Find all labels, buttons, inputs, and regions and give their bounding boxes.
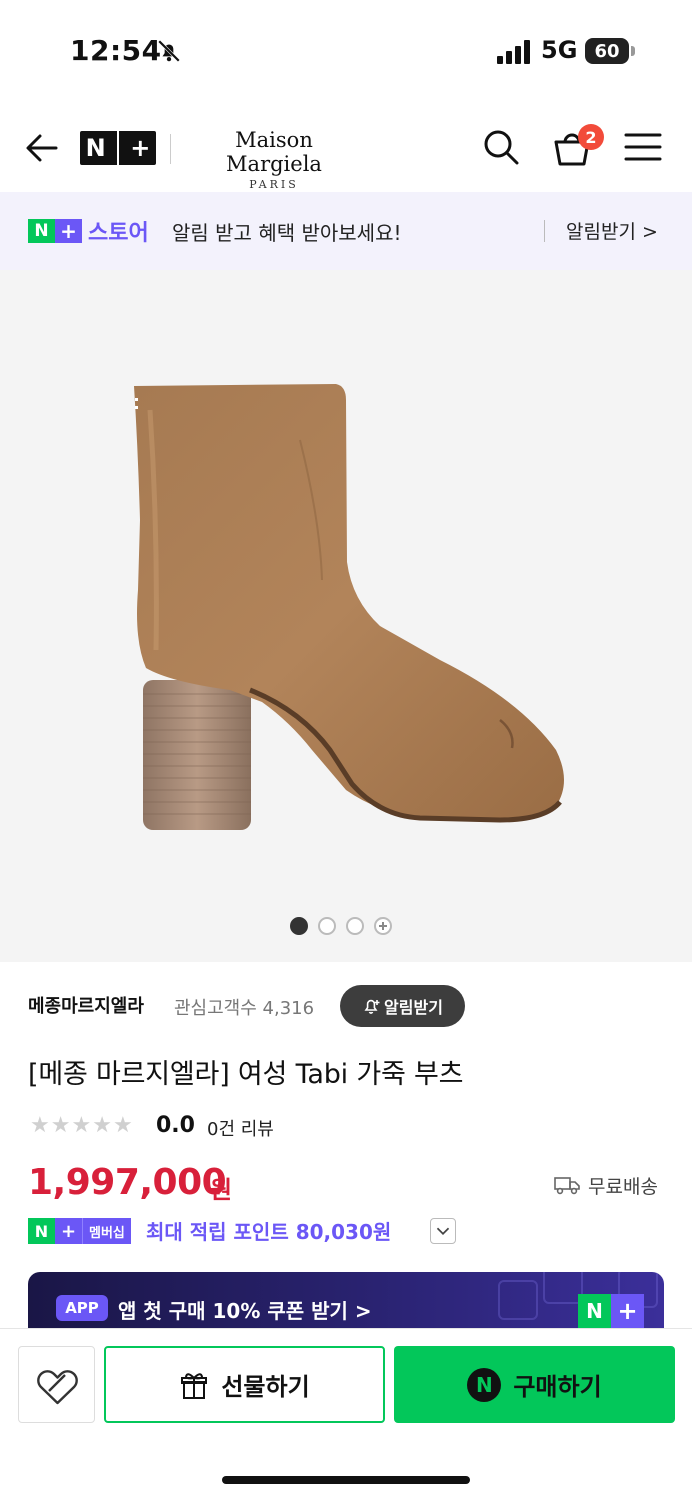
coupon-text: 앱 첫 구매 10% 쿠폰 받기 > xyxy=(118,1299,372,1323)
gallery-dot-2[interactable] xyxy=(318,917,336,935)
signal-icon xyxy=(497,40,530,64)
store-notification-banner: N + 스토어 알림 받고 혜택 받아보세요! 알림받기 > xyxy=(0,192,692,270)
app-header: N + Maison Margiela PARIS 2 xyxy=(0,100,692,192)
nplus-store-logo[interactable]: N + xyxy=(80,131,156,165)
nplus-badge: N + xyxy=(28,219,82,243)
notice-subscribe-link[interactable]: 알림받기 > xyxy=(566,217,658,244)
brand-sub: PARIS xyxy=(249,178,299,191)
seller-alert-button[interactable]: 알림받기 xyxy=(340,985,465,1027)
shipping-info: 무료배송 xyxy=(588,1176,658,1198)
membership-badge-plus: + xyxy=(55,1218,82,1244)
brand-logo[interactable]: Maison Margiela PARIS xyxy=(184,128,364,191)
delivery-truck-icon xyxy=(554,1177,580,1195)
fans-count: 관심고객수 4,316 xyxy=(174,998,315,1019)
heart-icon xyxy=(37,1370,78,1405)
coupon-badge-plus: + xyxy=(611,1294,644,1328)
membership-badge-label: 멤버십 xyxy=(82,1218,131,1244)
membership-badge-n: N xyxy=(28,1218,55,1244)
purchase-action-bar: 선물하기 N 구매하기 xyxy=(0,1328,692,1500)
star-icon: ★ xyxy=(50,1113,71,1138)
naver-pay-icon: N xyxy=(467,1367,502,1402)
chevron-down-icon[interactable] xyxy=(430,1218,456,1244)
battery-level: 60 xyxy=(594,40,620,62)
membership-badge: N + 멤버십 xyxy=(28,1218,131,1244)
status-time: 12:54 xyxy=(70,34,162,67)
product-price: 1,997,000 xyxy=(28,1162,227,1203)
home-indicator xyxy=(222,1476,470,1484)
product-photo-tabi-boot xyxy=(134,384,564,830)
brand-name: Maison Margiela xyxy=(226,128,322,176)
back-arrow-icon[interactable] xyxy=(24,130,60,166)
product-image-gallery[interactable] xyxy=(0,270,692,962)
star-icon: ★ xyxy=(71,1113,92,1138)
banner-decoration xyxy=(498,1280,538,1320)
status-bar: 12:54 5G 60 xyxy=(0,0,692,100)
rating-stars: ★ ★ ★ ★ ★ xyxy=(30,1114,133,1138)
star-icon: ★ xyxy=(92,1113,112,1138)
gallery-pagination xyxy=(290,916,392,936)
search-icon[interactable] xyxy=(482,128,520,166)
battery-tip xyxy=(631,46,635,56)
logo-separator xyxy=(116,131,119,165)
cart-count-badge: 2 xyxy=(578,124,604,150)
battery-icon: 60 xyxy=(585,38,629,64)
star-icon: ★ xyxy=(112,1113,133,1138)
notice-message: 알림 받고 혜택 받아보세요! xyxy=(172,221,402,245)
wishlist-button[interactable] xyxy=(18,1346,95,1423)
coupon-badge-n: N xyxy=(578,1294,611,1328)
app-tag: APP xyxy=(56,1295,108,1321)
price-currency: 원 xyxy=(210,1176,233,1204)
max-points: 최대 적립 포인트 80,030원 xyxy=(146,1220,392,1244)
store-label: 스토어 xyxy=(88,221,149,246)
notice-divider xyxy=(544,220,545,242)
hamburger-menu-icon[interactable] xyxy=(624,132,662,162)
coupon-nplus-badge: N + xyxy=(578,1294,644,1328)
header-divider xyxy=(170,134,171,164)
seller-alert-label: 알림받기 xyxy=(384,998,443,1017)
badge-n: N xyxy=(28,219,55,243)
banner-decoration xyxy=(543,1272,583,1304)
logo-plus: + xyxy=(130,134,151,162)
network-type: 5G xyxy=(541,36,578,64)
gift-button[interactable]: 선물하기 xyxy=(104,1346,385,1423)
logo-n: N xyxy=(85,134,106,162)
rating-value: 0.0 xyxy=(156,1113,195,1138)
buy-button[interactable]: N 구매하기 xyxy=(394,1346,675,1423)
product-title: [메종 마르지엘라] 여성 Tabi 가죽 부츠 xyxy=(28,1059,464,1090)
bell-plus-icon xyxy=(364,999,380,1014)
gallery-dot-1[interactable] xyxy=(290,917,308,935)
buy-label: 구매하기 xyxy=(513,1373,602,1401)
star-icon: ★ xyxy=(30,1113,50,1138)
review-count-link[interactable]: 0건 리뷰 xyxy=(207,1115,274,1141)
gift-icon xyxy=(181,1372,208,1399)
app-coupon-banner[interactable]: APP 앱 첫 구매 10% 쿠폰 받기 > N + xyxy=(28,1272,664,1332)
bell-off-icon xyxy=(158,40,180,62)
seller-name-link[interactable]: 메종마르지엘라 xyxy=(28,992,144,1018)
gallery-dot-3[interactable] xyxy=(346,917,364,935)
gallery-more-icon[interactable] xyxy=(374,917,392,935)
gift-label: 선물하기 xyxy=(221,1373,310,1401)
badge-plus: + xyxy=(55,219,82,243)
